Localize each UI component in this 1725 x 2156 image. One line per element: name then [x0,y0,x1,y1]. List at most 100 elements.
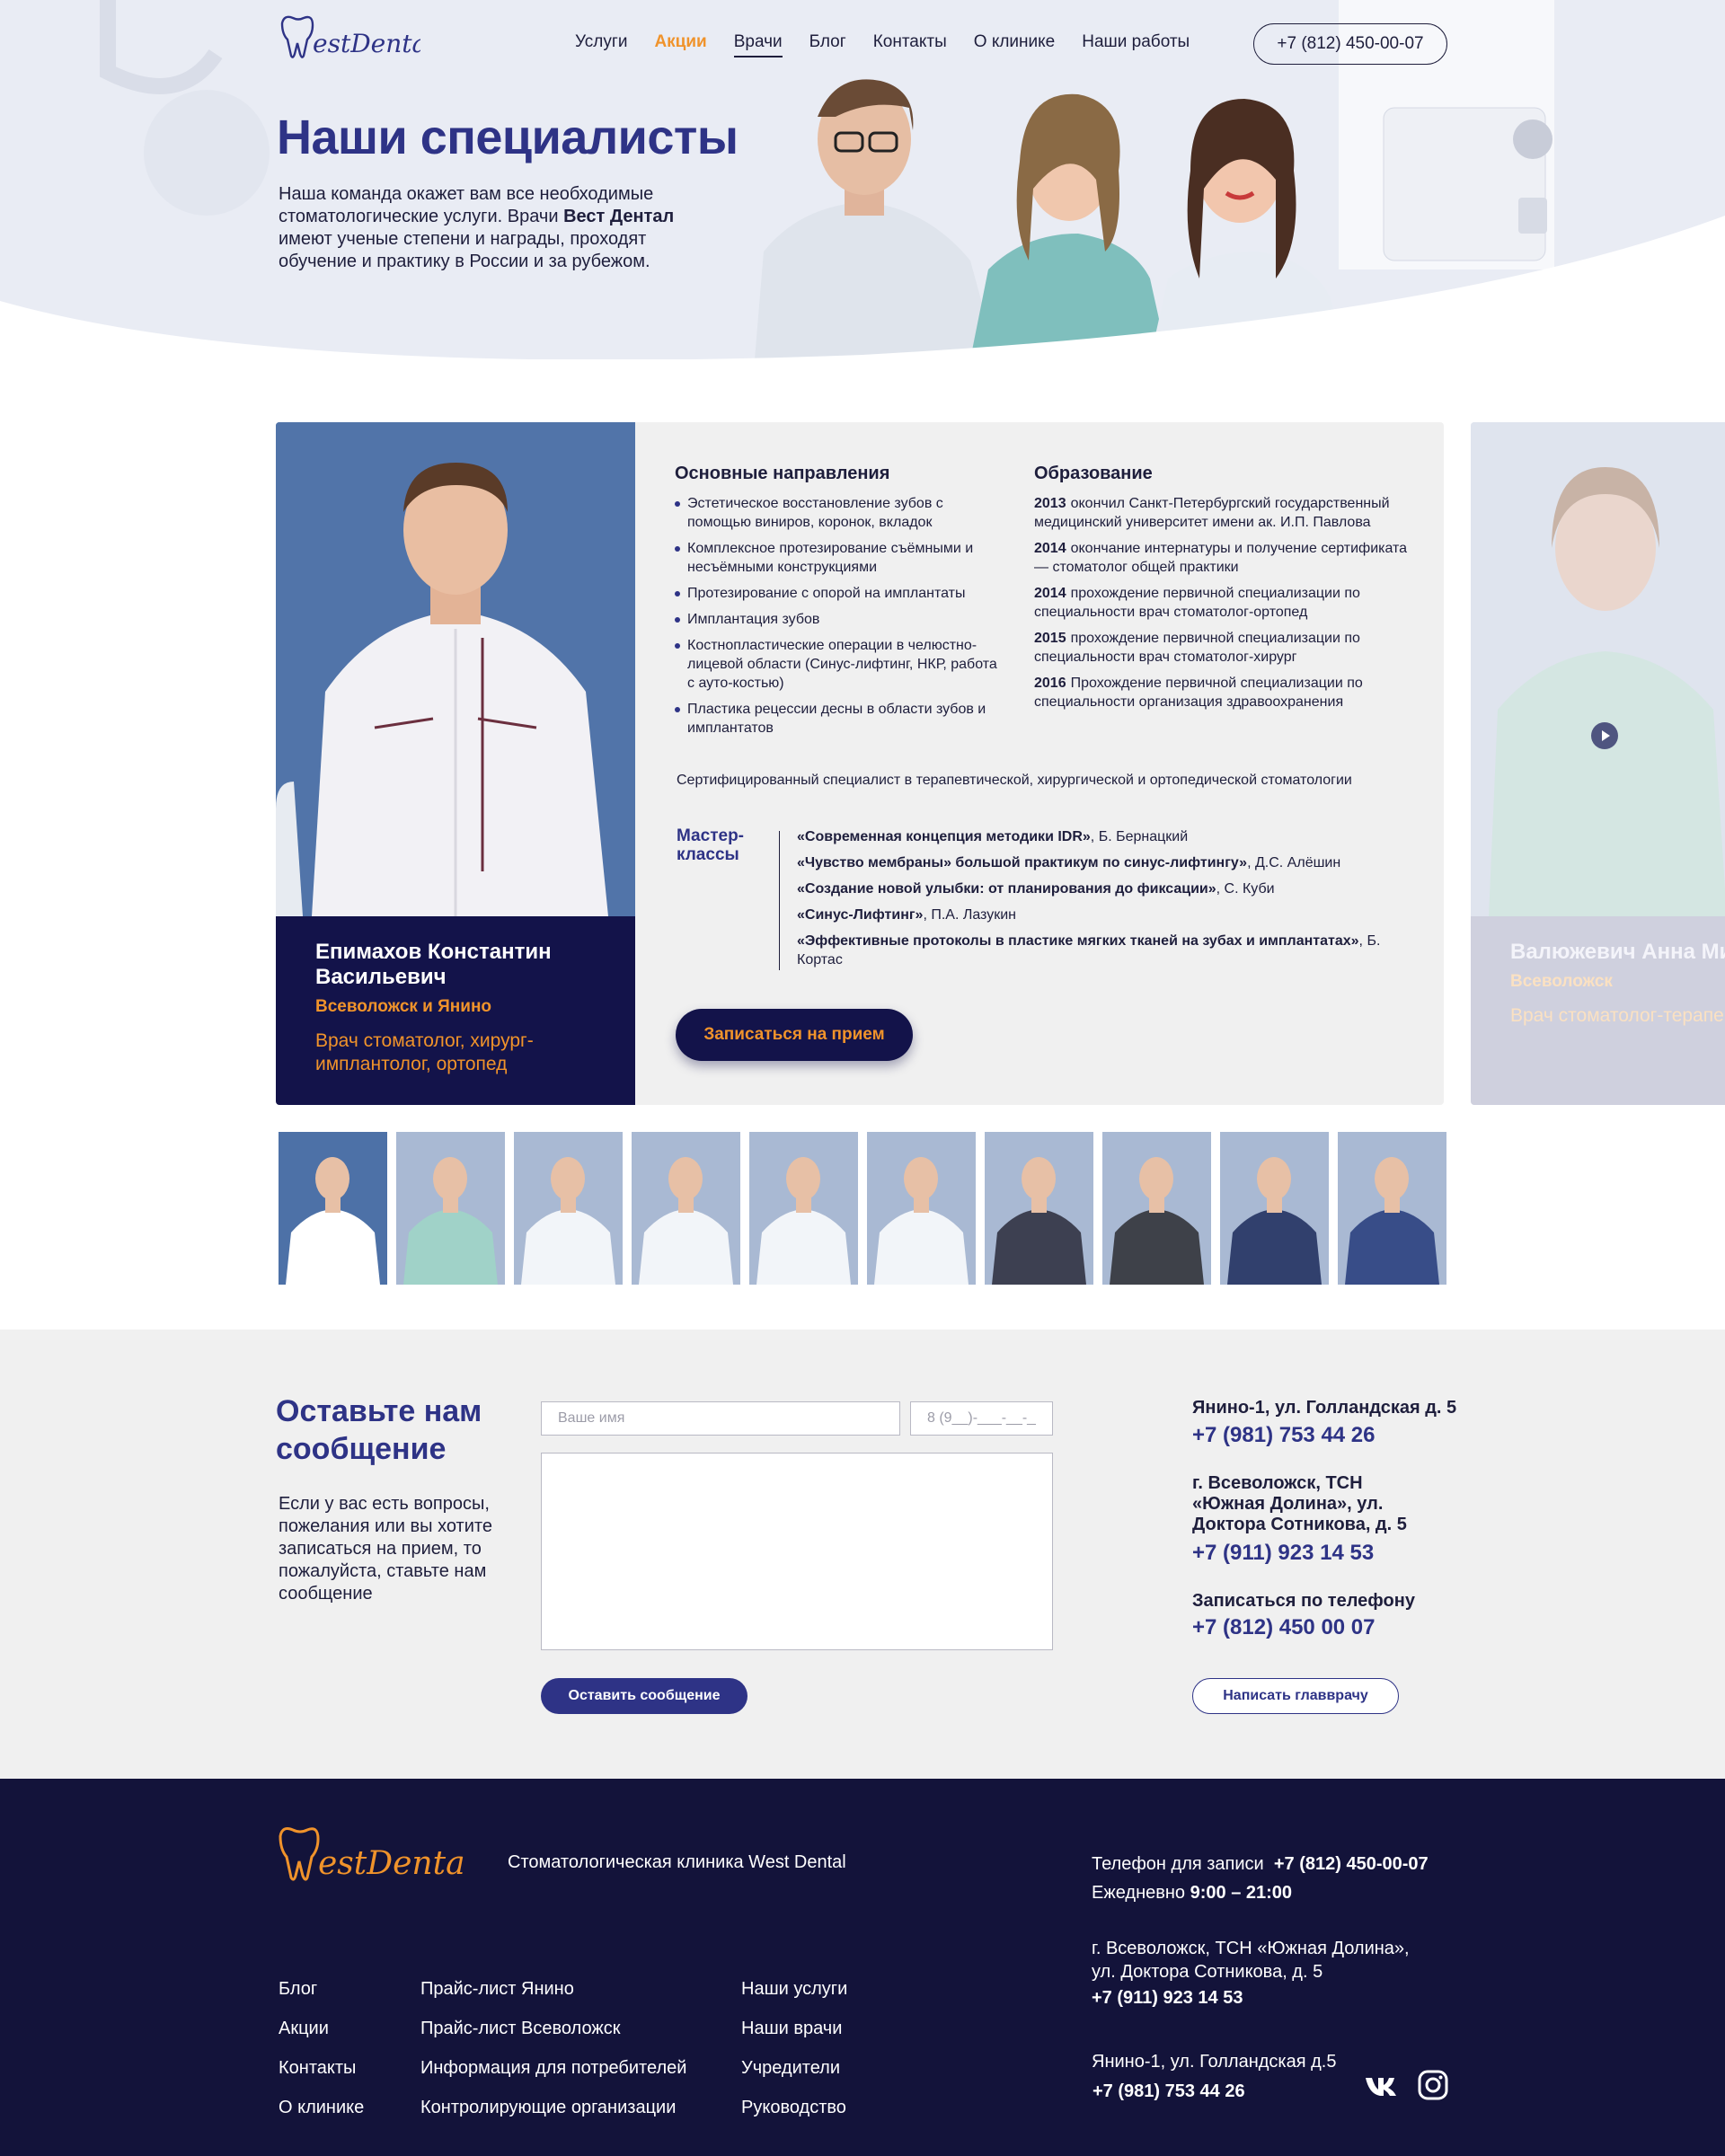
message-textarea[interactable] [541,1453,1053,1650]
hero-description: Наша команда окажет вам все необходимые … [279,183,728,273]
contact-description: Если у вас есть вопросы, пожелания или в… [279,1494,492,1604]
hero-section: estDental Услуги Акции Врачи Блог Контак… [0,0,1725,359]
footer-link-founders[interactable]: Учредители [741,2048,847,2088]
footer-address-yanino: Янино-1, ул. Голландская д.5 [1092,2052,1337,2072]
next-doctor-info-panel: Валюжевич Анна Михайловна Всеволожск Вра… [1471,916,1725,1105]
doctor-role: Врач стоматолог, хирург-имплантолог, орт… [315,1030,534,1074]
header-phone-button[interactable]: +7 (812) 450-00-07 [1253,23,1447,65]
footer-link-contacts[interactable]: Контакты [279,2048,364,2088]
footer-phone-yanino-line: +7 (981) 753 44 26 [1092,2080,1245,2103]
education-year: 2016 [1034,676,1066,691]
certification-text: Сертифицированный специалист в терапевти… [677,773,1352,788]
doctor-thumbnail[interactable] [867,1132,976,1285]
footer-phone-vsevolozhsk-line: +7 (911) 923 14 53 [1092,1986,1243,2010]
doctor-thumbnail[interactable] [749,1132,858,1285]
doctor-thumbnail[interactable] [514,1132,623,1285]
education-year: 2013 [1034,496,1066,511]
education-item: 2013 окончил Санкт-Петербургский государс… [1034,494,1420,532]
footer-link-doctors[interactable]: Наши врачи [741,2009,847,2048]
hero-text-part: имеют ученые степени и награды, проходят… [279,229,650,271]
doctor-thumbnail-image [1345,1157,1439,1285]
footer-link-promotions[interactable]: Акции [279,2009,364,2048]
masterclasses-list: «Современная концепция методики IDR», Б.… [797,827,1381,976]
phone-yanino[interactable]: +7 (981) 753 44 26 [1192,1423,1376,1448]
masterclass-author: , П.А. Лазукин [923,907,1016,923]
next-doctor-name: Валюжевич Анна Михайловна [1510,940,1725,964]
doctor-thumbnail[interactable] [396,1132,505,1285]
nav-link-blog[interactable]: Блог [809,32,846,57]
nav-link-works[interactable]: Наши работы [1082,32,1190,57]
footer-column-2: Прайс-лист Янино Прайс-лист Всеволожск И… [420,1969,686,2127]
doctor-thumbnail[interactable] [1220,1132,1329,1285]
next-doctor-role: Врач стоматолог-терапевт [1510,1005,1725,1026]
doctor-thumbnail[interactable] [279,1132,387,1285]
education-year: 2014 [1034,586,1066,601]
play-icon[interactable] [1591,722,1618,749]
masterclasses-divider [779,831,780,970]
footer-hours-label: Ежедневно [1092,1883,1186,1903]
footer-phone-vsevolozhsk[interactable]: +7 (911) 923 14 53 [1092,1988,1243,2008]
footer-phone-line: Телефон для записи +7 (812) 450-00-07 [1092,1852,1429,1876]
doctor-thumbnail-image [639,1157,733,1285]
directions-title: Основные направления [675,464,890,483]
send-message-button[interactable]: Оставить сообщение [541,1678,748,1714]
footer-hours: 9:00 – 21:00 [1190,1883,1293,1903]
nav-link-doctors[interactable]: Врачи [733,32,783,57]
nav-link-contacts[interactable]: Контакты [873,32,947,57]
masterclass-title: «Эффективные протоколы в пластике мягких… [797,933,1359,949]
education-title: Образование [1034,464,1153,483]
footer-link-blog[interactable]: Блог [279,1969,364,2009]
doctor-thumbnail[interactable] [985,1132,1093,1285]
footer-link-management[interactable]: Руководство [741,2088,847,2127]
contact-title: Оставьте нам сообщение [276,1394,482,1466]
phone-vsevolozhsk[interactable]: +7 (911) 923 14 53 [1192,1541,1374,1566]
instagram-icon[interactable] [1417,2069,1449,2101]
svg-text:estDental: estDental [318,1845,464,1882]
next-doctor-card[interactable]: Валюжевич Анна Михайловна Всеволожск Вра… [1471,422,1725,1105]
vk-icon[interactable] [1364,2072,1400,2099]
hero-clinic-name: Вест Дентал [563,207,675,226]
direction-item: Комплексное протезирование съёмными и не… [675,539,998,577]
address-yanino: Янино-1, ул. Голландская д. 5 [1192,1398,1457,1418]
next-doctor-photo [1471,422,1725,916]
doctor-thumbnail-image [1227,1157,1322,1285]
doctor-info-panel: Епимахов Константин Васильевич Всеволожс… [276,916,635,1105]
nav-link-services[interactable]: Услуги [575,32,627,57]
footer-link-about[interactable]: О клинике [279,2088,364,2127]
footer-link-services[interactable]: Наши услуги [741,1969,847,2009]
direction-item: Пластика рецессии десны в области зубов … [675,700,998,738]
write-chief-doctor-button[interactable]: Написать главврачу [1192,1678,1399,1714]
masterclass-item: «Современная концепция методики IDR», Б.… [797,827,1381,846]
doctor-thumbnail[interactable] [632,1132,740,1285]
phone-input[interactable] [910,1401,1053,1436]
masterclass-title: «Синус-Лифтинг» [797,907,924,923]
name-input[interactable] [541,1401,900,1436]
direction-item: Имплантация зубов [675,610,998,629]
svg-text:estDental: estDental [313,29,420,58]
footer-link-regulators[interactable]: Контролирующие организации [420,2088,686,2127]
nav-link-about[interactable]: О клинике [974,32,1055,57]
footer-column-3: Наши услуги Наши врачи Учредители Руково… [741,1969,847,2127]
book-appointment-button[interactable]: Записаться на прием [676,1009,913,1061]
education-text: Прохождение первичной специализации по с… [1034,676,1363,710]
education-text: прохождение первичной специализации по с… [1034,586,1360,620]
footer-tagline: Стоматологическая клиника West Dental [508,1852,846,1872]
phone-booking[interactable]: +7 (812) 450 00 07 [1192,1615,1376,1640]
footer-phone[interactable]: +7 (812) 450-00-07 [1274,1854,1429,1874]
direction-item: Эстетическое восстановление зубов с помо… [675,494,998,532]
logo-tooth-icon[interactable]: estDental [277,13,420,63]
doctor-thumbnail-image [756,1157,851,1285]
logo-tooth-icon[interactable]: estDental [275,1824,464,1886]
education-text: окончание интернатуры и получение сертиф… [1034,541,1408,575]
footer-link-price-vsevolozhsk[interactable]: Прайс-лист Всеволожск [420,2009,686,2048]
doctor-thumbnails [279,1132,1446,1285]
nav-link-promotions[interactable]: Акции [654,32,706,57]
education-year: 2015 [1034,631,1066,646]
doctor-thumbnail[interactable] [1338,1132,1446,1285]
masterclass-author: , С. Куби [1216,881,1275,897]
footer-phone-yanino[interactable]: +7 (981) 753 44 26 [1092,2081,1245,2101]
education-item: 2014 прохождение первичной специализации … [1034,584,1420,622]
footer-link-price-yanino[interactable]: Прайс-лист Янино [420,1969,686,2009]
footer-link-consumer-info[interactable]: Информация для потребителей [420,2048,686,2088]
doctor-thumbnail[interactable] [1102,1132,1211,1285]
